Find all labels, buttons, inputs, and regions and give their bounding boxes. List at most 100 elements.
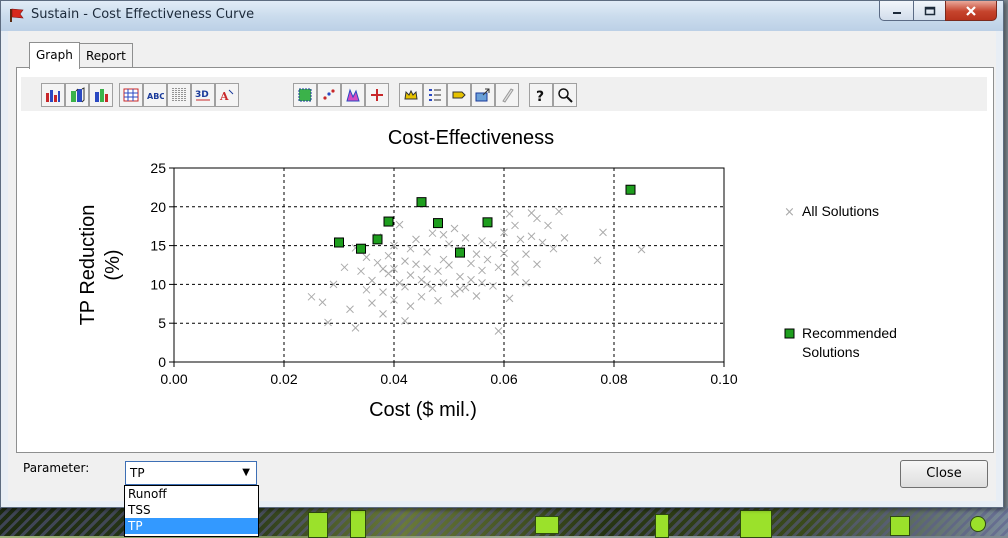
all-solutions-point (494, 263, 503, 272)
all-solutions-point (511, 221, 519, 230)
tab-report-label: Report (86, 49, 126, 63)
tab-graph-label: Graph (36, 48, 73, 62)
all-solutions-point (461, 233, 470, 242)
all-solutions-point (445, 261, 453, 269)
legend-recommended-label-line1: Recommended (802, 325, 897, 341)
window-close-button[interactable] (945, 1, 997, 21)
all-solutions-point (599, 228, 607, 237)
scatter-button[interactable] (317, 83, 341, 107)
all-solutions-point (478, 266, 486, 275)
legend-all-label: All Solutions (802, 203, 879, 219)
all-solutions-point (318, 298, 327, 307)
legend-button[interactable] (423, 83, 447, 107)
export-button[interactable] (471, 83, 495, 107)
option-runoff[interactable]: Runoff (125, 486, 258, 502)
minimize-button[interactable] (879, 1, 915, 21)
all-solutions-point (406, 302, 415, 310)
all-solutions-point (472, 292, 481, 300)
bar-chart-button[interactable] (41, 83, 65, 107)
option-tp[interactable]: TP (125, 518, 258, 534)
all-solutions-point (362, 285, 371, 294)
all-solutions-point (450, 224, 459, 233)
all-solutions-point (384, 269, 393, 278)
all-solutions-point (379, 288, 387, 297)
parameter-label: Parameter: (23, 461, 90, 475)
title-bar[interactable]: Sustain - Cost Effectiveness Curve (1, 1, 1003, 31)
data-table-icon (123, 88, 139, 102)
parameter-dropdown-list: Runoff TSS TP (124, 485, 259, 537)
x-tick-label: 0.00 (160, 371, 187, 387)
data-table-button[interactable] (119, 83, 143, 107)
all-solutions-point (538, 238, 547, 247)
all-solutions-point (428, 229, 437, 238)
scatter-icon (323, 89, 335, 100)
all-solutions-point (412, 260, 420, 269)
x-tick-label: 0.10 (710, 371, 737, 387)
all-solutions-point (478, 278, 486, 287)
x-tick-label: 0.02 (270, 371, 297, 387)
all-solutions-point (346, 305, 354, 314)
maximize-button[interactable] (913, 1, 947, 21)
map-feature (655, 514, 669, 538)
all-solutions-point (368, 276, 376, 285)
legend-icon (429, 89, 441, 101)
select-region-button[interactable] (293, 83, 317, 107)
all-solutions-point (340, 263, 349, 272)
all-solutions-point (412, 235, 420, 244)
svg-text:ABC: ABC (147, 92, 164, 101)
parameter-select-value: TP (130, 466, 145, 480)
tab-graph[interactable]: Graph (29, 42, 80, 69)
x-axis-label: Cost ($ mil.) (369, 399, 477, 421)
all-solutions-point (467, 259, 475, 268)
gridlines-button[interactable] (167, 83, 191, 107)
svg-text:?: ? (536, 89, 544, 103)
help-button[interactable]: ? (529, 83, 553, 107)
all-solutions-point (362, 253, 371, 262)
all-solutions-point (434, 296, 442, 305)
map-feature (890, 516, 910, 536)
option-tss[interactable]: TSS (125, 502, 258, 518)
y-axis-label-line2: (%) (102, 249, 124, 280)
color-chart-button[interactable] (341, 83, 365, 107)
font-icon: A (219, 89, 234, 103)
chart-ticks: 0.00 0.02 0.04 0.06 0.08 0.10 0 5 10 15 20 25 (150, 160, 737, 387)
crown-button[interactable] (399, 83, 423, 107)
pen-button[interactable] (495, 83, 519, 107)
recommended-solution-point (482, 217, 493, 228)
all-solutions-point (373, 258, 382, 267)
3d-view-button[interactable]: 3D (191, 83, 215, 107)
tab-report[interactable]: Report (79, 43, 133, 68)
recommended-solution-point (416, 197, 427, 208)
all-solutions-point (450, 289, 459, 298)
all-solutions-point (560, 233, 569, 242)
all-solutions-point (445, 240, 453, 248)
stacked-bar-button[interactable] (89, 83, 113, 107)
all-solutions-point (527, 232, 536, 241)
abc-text-button[interactable]: ABC (143, 83, 167, 107)
all-solutions-point (379, 265, 387, 273)
all-solutions-point (384, 251, 393, 260)
3d-bar-chart-icon (71, 87, 85, 103)
tag-button[interactable] (447, 83, 471, 107)
all-solutions-point (533, 260, 541, 269)
font-button[interactable]: A (215, 83, 239, 107)
bar-chart-icon (46, 90, 60, 102)
close-button[interactable]: Close (900, 460, 988, 488)
all-solutions-point (423, 247, 431, 256)
all-solutions-point (593, 256, 602, 265)
zoom-button[interactable] (553, 83, 577, 107)
3d-bar-chart-button[interactable] (65, 83, 89, 107)
map-feature (740, 510, 772, 538)
chart-title: Cost-Effectiveness (388, 127, 554, 149)
recommended-solution-point (433, 218, 443, 229)
all-solutions-point (395, 220, 404, 229)
chart-points (307, 184, 646, 335)
recommended-solution-point (625, 184, 636, 195)
legend-all-marker: × (784, 205, 795, 220)
crosshair-button[interactable] (365, 83, 389, 107)
all-solutions-point (461, 283, 470, 292)
y-tick-label: 0 (158, 354, 166, 370)
cost-effectiveness-chart: Cost-Effectiveness 0.00 0.02 0.04 0.06 0.08 0… (77, 127, 897, 421)
parameter-select[interactable]: TP ▼ (125, 461, 257, 485)
all-solutions-point (423, 280, 431, 289)
